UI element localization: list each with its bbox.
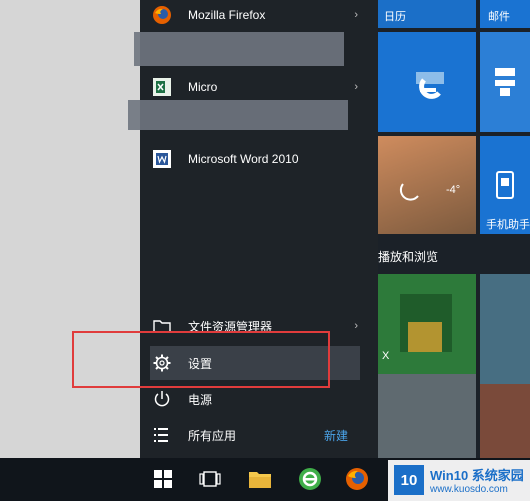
watermark-brand: Win10 系统家园 <box>430 468 524 483</box>
app-item-firefox[interactable]: Mozilla Firefox › <box>152 0 366 30</box>
highlight-box <box>72 331 330 388</box>
blurred-region <box>128 100 348 130</box>
edge-tile[interactable] <box>378 32 476 132</box>
phone-tile[interactable]: 手机助手 <box>480 136 530 234</box>
task-view-icon <box>199 471 221 487</box>
firefox-taskbar-button[interactable] <box>342 464 372 494</box>
app-label: Micro <box>188 80 218 94</box>
blurred-region <box>134 32 344 66</box>
weather-tile[interactable]: -4° <box>378 136 476 234</box>
file-explorer-icon <box>249 472 271 488</box>
word-icon <box>153 150 171 168</box>
windows-start-icon <box>154 470 172 488</box>
edge-icon <box>416 72 444 99</box>
people-tile[interactable] <box>480 32 530 132</box>
taskbar: 10 Win10 系统家园 www.kuosdo.com <box>0 458 530 501</box>
start-menu-left-pane: Mozilla Firefox › Micro › Microsoft Word… <box>128 0 378 458</box>
chevron-right-icon[interactable]: › <box>354 81 358 93</box>
weather-icon <box>399 183 419 201</box>
new-badge: 新建 <box>323 428 348 443</box>
firefox-icon <box>346 468 368 490</box>
watermark: 10 Win10 系统家园 www.kuosdo.com <box>388 460 530 501</box>
xbox-label: X <box>382 350 390 362</box>
calendar-label: 日历 <box>384 11 406 23</box>
mail-tile[interactable]: 邮件 <box>480 0 530 28</box>
desktop-background <box>0 0 140 501</box>
app-label: Microsoft Word 2010 <box>188 152 299 166</box>
phone-icon <box>496 171 514 199</box>
task-view-button[interactable] <box>195 464 225 494</box>
all-apps-item[interactable]: 所有应用 新建 <box>152 420 366 450</box>
app-item-excel[interactable]: Micro › <box>152 72 366 102</box>
phone-label: 手机助手 <box>486 219 530 231</box>
chevron-right-icon[interactable]: › <box>354 320 358 332</box>
power-icon <box>154 391 170 407</box>
app-label: Mozilla Firefox <box>188 8 266 22</box>
xbox-tile[interactable]: X <box>378 274 476 458</box>
power-label: 电源 <box>188 392 213 407</box>
tiles-section-header: 播放和浏览 <box>378 250 439 264</box>
movies-tile[interactable] <box>480 274 530 458</box>
chevron-right-icon[interactable]: › <box>354 9 358 21</box>
app-item-word[interactable]: Microsoft Word 2010 <box>152 144 366 174</box>
start-tiles-pane: 日历 邮件 -4° 手机助手 播放和浏览 X <box>378 0 530 458</box>
tile-image <box>480 384 530 458</box>
power-item[interactable]: 电源 <box>152 384 366 414</box>
ie360-taskbar-button[interactable] <box>295 464 325 494</box>
ie360-icon <box>299 468 321 490</box>
watermark-logo: 10 <box>394 465 424 495</box>
file-explorer-taskbar-button[interactable] <box>245 464 275 494</box>
firefox-icon <box>153 6 171 24</box>
mail-label: 邮件 <box>488 11 510 23</box>
windows-start-button[interactable] <box>148 464 178 494</box>
all-apps-label: 所有应用 <box>188 428 237 443</box>
list-icon <box>154 428 168 442</box>
blurred-region <box>378 374 476 458</box>
weather-temperature: -4° <box>446 184 461 196</box>
people-icon <box>495 68 515 96</box>
character-art <box>408 322 442 352</box>
watermark-url: www.kuosdo.com <box>430 484 508 495</box>
calendar-tile[interactable]: 日历 <box>378 0 476 28</box>
excel-icon <box>153 78 171 96</box>
